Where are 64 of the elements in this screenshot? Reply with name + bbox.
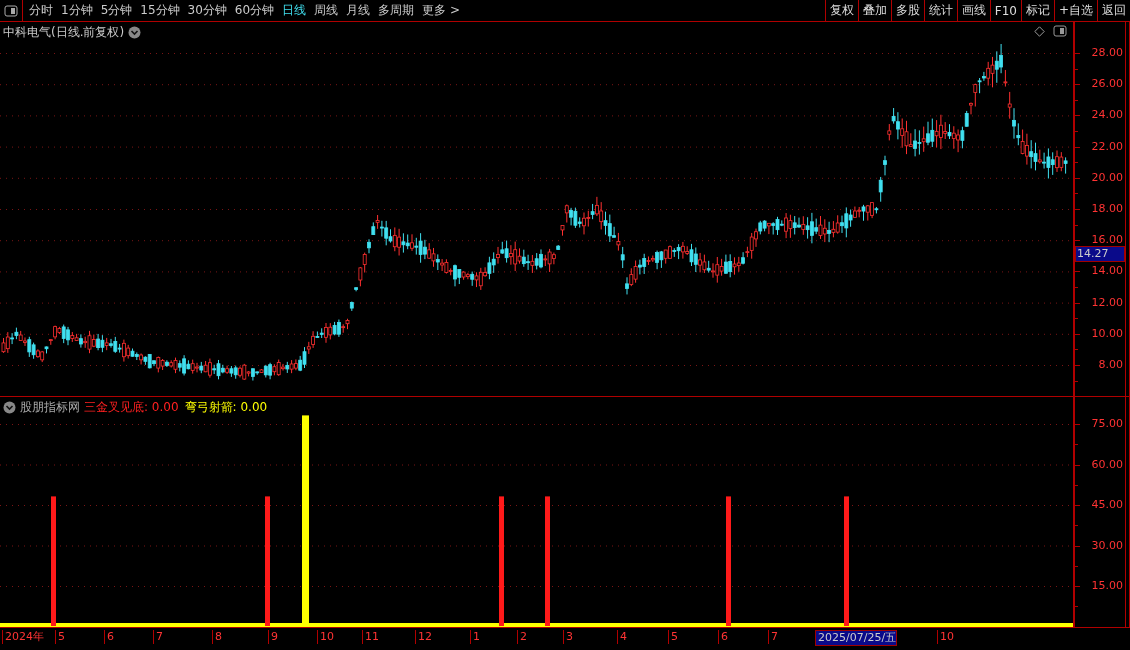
date-label: 9: [268, 630, 278, 644]
axis-label: 15.00: [1091, 579, 1123, 593]
toolbar-button[interactable]: +自选: [1053, 0, 1097, 21]
axis-label: 8.00: [1098, 358, 1123, 372]
chevron-down-icon[interactable]: [128, 26, 142, 39]
axis-label: 30.00: [1091, 538, 1123, 553]
period-tab[interactable]: 30分钟: [187, 2, 227, 19]
toolbar-button[interactable]: 复权: [824, 0, 858, 21]
date-label: 1: [470, 630, 480, 644]
date-label: 8: [212, 630, 222, 644]
axis-label: 22.00: [1091, 139, 1123, 154]
axis-label: 18.00: [1091, 202, 1123, 216]
period-tab[interactable]: 15分钟: [140, 2, 180, 19]
axis-label: 26.00: [1091, 77, 1123, 92]
axis-label: 24.00: [1091, 108, 1123, 123]
date-label: 6: [718, 630, 728, 644]
toolbar-button[interactable]: 统计: [923, 0, 957, 21]
period-tab[interactable]: 5分钟: [100, 2, 133, 19]
axis-label: 60.00: [1091, 457, 1123, 472]
toolbar-button[interactable]: 多股: [890, 0, 924, 21]
chevron-down-icon[interactable]: [3, 401, 16, 414]
panel-toggle-icon[interactable]: [1053, 25, 1067, 37]
period-tab[interactable]: 日线: [282, 2, 307, 19]
axis-label: 45.00: [1091, 498, 1123, 512]
legend-value: 弯弓射箭: 0.00: [184, 399, 268, 416]
date-label: 12: [415, 630, 432, 644]
period-tab[interactable]: 月线: [346, 2, 371, 19]
date-label: 11: [362, 630, 379, 644]
date-label: 7: [153, 630, 163, 644]
axis-label: 10.00: [1091, 326, 1123, 341]
date-label: 2025/07/25/五: [815, 630, 898, 646]
date-label: 2024年: [2, 630, 44, 644]
date-label: 7: [768, 630, 778, 644]
indicator-source: 股朋指标网: [20, 399, 80, 416]
date-label: 2: [517, 630, 527, 644]
toolbar-button[interactable]: F10: [989, 0, 1021, 21]
axis-label: 14.00: [1091, 264, 1123, 279]
date-label: 4: [617, 630, 627, 644]
legend-value: 三金叉见底: 0.00: [84, 399, 179, 416]
axis-label: 28.00: [1091, 46, 1123, 60]
period-tab[interactable]: 60分钟: [234, 2, 275, 19]
diamond-icon[interactable]: [1034, 25, 1045, 37]
axis-label: 75.00: [1091, 417, 1123, 431]
period-tab[interactable]: 周线: [314, 2, 339, 19]
panel-toggle-icon[interactable]: [4, 4, 18, 17]
date-label: 3: [563, 630, 573, 644]
period-tab[interactable]: 分时: [29, 2, 53, 19]
period-tab[interactable]: 1分钟: [61, 2, 93, 19]
date-label: 10: [937, 630, 954, 644]
period-tab[interactable]: 多周期: [378, 2, 415, 19]
date-label: 5: [55, 630, 65, 644]
axis-label: 12.00: [1091, 295, 1123, 310]
toolbar-button[interactable]: 叠加: [857, 0, 891, 21]
date-label: 10: [317, 630, 334, 644]
date-label: 5: [668, 630, 678, 644]
stock-title: 中科电气(日线.前复权): [3, 24, 125, 41]
toolbar-button[interactable]: 返回: [1097, 0, 1130, 21]
toolbar-button[interactable]: 画线: [956, 0, 990, 21]
price-tag: 14.27: [1075, 246, 1125, 262]
period-tab[interactable]: 更多 >: [422, 2, 460, 19]
axis-label: 20.00: [1091, 170, 1123, 185]
toolbar-button[interactable]: 标记: [1020, 0, 1054, 21]
axis-label: 16.00: [1091, 233, 1123, 248]
date-label: 6: [104, 630, 114, 644]
